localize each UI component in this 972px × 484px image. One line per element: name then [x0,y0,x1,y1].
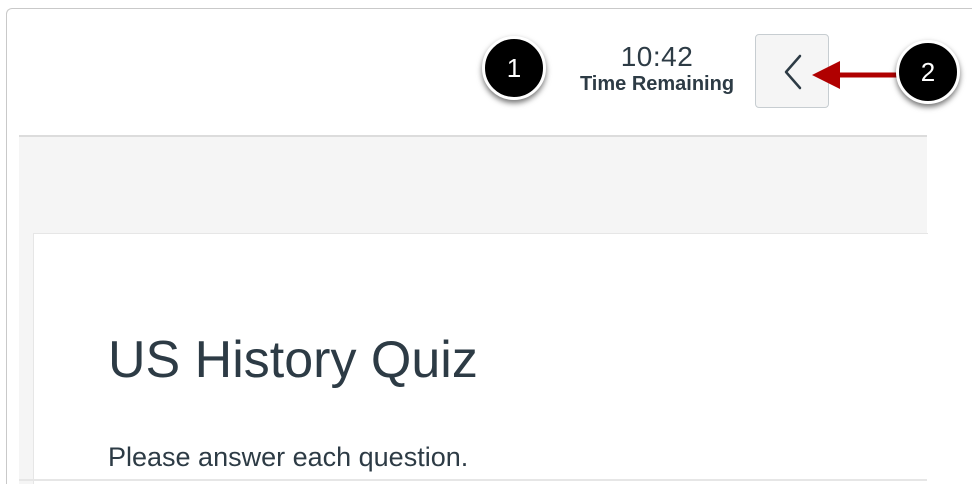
timer-label: Time Remaining [579,73,735,95]
quiz-title: US History Quiz [108,331,478,389]
quiz-header: 10:42 Time Remaining [19,9,927,137]
quiz-content-card: US History Quiz Please answer each quest… [33,233,928,484]
divider [19,479,927,481]
timer: 10:42 Time Remaining [567,42,747,96]
quiz-instructions: Please answer each question. [108,442,469,472]
timer-value: 10:42 [620,41,694,72]
callout-badge-2: 2 [896,40,960,104]
callout-badge-1: 1 [482,36,546,100]
callout-arrow-icon [812,61,904,89]
